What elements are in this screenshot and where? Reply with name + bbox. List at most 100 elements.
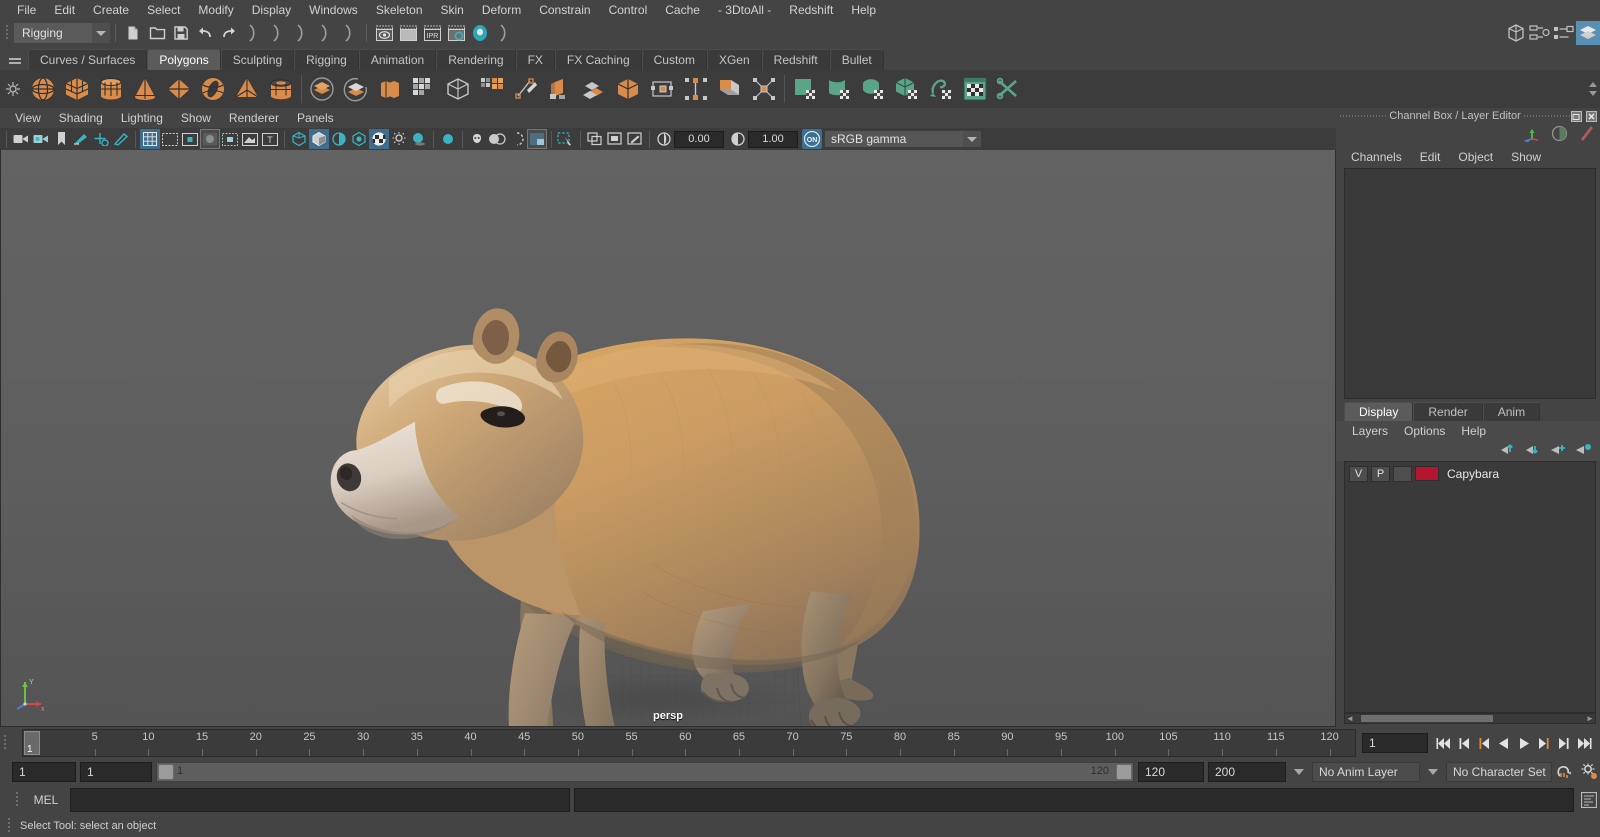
exposure-reset-icon[interactable] — [654, 129, 674, 149]
render-settings-icon[interactable] — [444, 21, 468, 45]
modeling-toolkit-icon[interactable] — [1504, 21, 1528, 45]
new-scene-icon[interactable] — [121, 21, 145, 45]
chevron-down-icon[interactable] — [92, 23, 110, 43]
select-camera-icon[interactable] — [11, 129, 31, 149]
animation-preferences-icon[interactable] — [1580, 761, 1600, 783]
layer-playback-toggle[interactable]: P — [1371, 465, 1390, 482]
camera-attributes-icon[interactable] — [31, 129, 51, 149]
resolution-gate-icon[interactable] — [180, 129, 200, 149]
textured-icon[interactable] — [349, 129, 369, 149]
step-forward-frame-icon[interactable] — [1554, 732, 1574, 754]
uv-unfold-icon[interactable] — [924, 72, 958, 106]
shelf-tab-fx[interactable]: FX — [515, 49, 555, 70]
animation-start-field[interactable]: 1 — [12, 762, 76, 782]
paintfx-brush-icon[interactable] — [1578, 125, 1594, 145]
film-origin-icon[interactable] — [220, 129, 240, 149]
command-input[interactable] — [70, 788, 570, 812]
grease-pencil-icon[interactable] — [111, 129, 131, 149]
gate-mask-icon[interactable] — [200, 129, 220, 149]
shelf-tab-bullet[interactable]: Bullet — [829, 49, 884, 70]
poly-booleans-union-icon[interactable] — [305, 72, 339, 106]
snap-to-curve-icon[interactable] — [337, 21, 361, 45]
menu-display[interactable]: Display — [243, 0, 300, 20]
select-by-render-icon[interactable] — [492, 21, 516, 45]
play-backwards-icon[interactable] — [1494, 732, 1514, 754]
attribute-editor-icon[interactable] — [1528, 21, 1552, 45]
menu-windows[interactable]: Windows — [300, 0, 367, 20]
poly-quad-draw-icon[interactable] — [509, 72, 543, 106]
poly-mirror-icon[interactable] — [475, 72, 509, 106]
duplicate-view-icon[interactable] — [585, 129, 605, 149]
undo-icon[interactable] — [193, 21, 217, 45]
poly-cube-icon[interactable] — [60, 72, 94, 106]
poly-bridge-icon[interactable] — [611, 72, 645, 106]
animation-end-field[interactable]: 200 — [1208, 762, 1286, 782]
channel-box-menu-show[interactable]: Show — [1502, 146, 1550, 168]
new-layer-icon[interactable] — [1550, 442, 1567, 459]
render-region-icon[interactable] — [605, 129, 625, 149]
layer-tab-anim[interactable]: Anim — [1482, 401, 1541, 421]
poly-cone-icon[interactable] — [128, 72, 162, 106]
layer-tab-render[interactable]: Render — [1413, 401, 1483, 421]
uv-automatic-map-icon[interactable] — [890, 72, 924, 106]
color-space-selector[interactable]: sRGB gamma — [824, 130, 982, 148]
panel-grip[interactable] — [1340, 111, 1386, 121]
ambient-occlusion-icon[interactable] — [409, 129, 429, 149]
poly-pipe-icon[interactable] — [264, 72, 298, 106]
play-forwards-icon[interactable] — [1514, 732, 1534, 754]
depth-of-field-icon[interactable] — [507, 129, 527, 149]
gamma-icon[interactable] — [728, 129, 748, 149]
display-layer-list[interactable]: V P Capybara — [1344, 460, 1596, 713]
poly-reduce-icon[interactable] — [747, 72, 781, 106]
screen-space-ao-icon[interactable] — [487, 129, 507, 149]
layer-menu-layers[interactable]: Layers — [1344, 421, 1396, 441]
poly-pyramid-icon[interactable] — [230, 72, 264, 106]
layer-name[interactable]: Capybara — [1447, 467, 1499, 481]
poly-sphere-icon[interactable] — [26, 72, 60, 106]
snap-to-grid-icon[interactable] — [313, 21, 337, 45]
range-end-handle[interactable] — [1116, 764, 1132, 780]
uv-planar-map-icon[interactable] — [788, 72, 822, 106]
shelf-options-icon[interactable] — [0, 70, 26, 108]
command-line-grip[interactable] — [12, 788, 22, 812]
scroll-right-icon[interactable]: ► — [1585, 714, 1595, 723]
current-frame-field[interactable]: 1 — [1362, 733, 1428, 753]
menu-constrain[interactable]: Constrain — [530, 0, 599, 20]
shelf-tab-curves-surfaces[interactable]: Curves / Surfaces — [28, 49, 148, 70]
poly-cylinder-icon[interactable] — [94, 72, 128, 106]
menu-skeleton[interactable]: Skeleton — [367, 0, 432, 20]
viewport-menu-renderer[interactable]: Renderer — [220, 108, 288, 128]
select-by-component-icon[interactable] — [289, 21, 313, 45]
step-forward-key-icon[interactable] — [1534, 732, 1554, 754]
shelf-tab-fx-caching[interactable]: FX Caching — [554, 49, 642, 70]
menu-set-selector[interactable]: Rigging — [14, 23, 110, 43]
move-layer-up-icon[interactable] — [1500, 442, 1517, 459]
menu-redshift[interactable]: Redshift — [780, 0, 842, 20]
character-set-selector[interactable]: No Character Set — [1446, 762, 1552, 782]
step-back-key-icon[interactable] — [1474, 732, 1494, 754]
uv-cylindrical-map-icon[interactable] — [822, 72, 856, 106]
xray-toggle-icon[interactable] — [240, 129, 260, 149]
menu-create[interactable]: Create — [84, 0, 138, 20]
viewport-menu-panels[interactable]: Panels — [288, 108, 343, 128]
scroll-left-icon[interactable]: ◄ — [1345, 714, 1355, 723]
view-transform-toggle[interactable]: ON — [802, 129, 822, 149]
perspective-viewport[interactable]: Y x persp — [0, 150, 1336, 727]
menu-edit[interactable]: Edit — [45, 0, 84, 20]
viewport-menu-show[interactable]: Show — [172, 108, 220, 128]
close-icon[interactable] — [1585, 110, 1598, 123]
uv-editor-icon[interactable] — [958, 72, 992, 106]
poly-append-icon[interactable] — [645, 72, 679, 106]
undock-panel-icon[interactable] — [1570, 110, 1583, 123]
tool-settings-icon[interactable] — [1552, 21, 1576, 45]
shelf-tab-redshift[interactable]: Redshift — [761, 49, 830, 70]
range-end-field[interactable]: 120 — [1138, 762, 1204, 782]
poly-combine-icon[interactable] — [373, 72, 407, 106]
menu-file[interactable]: File — [8, 0, 45, 20]
grid-toggle-icon[interactable] — [140, 129, 160, 149]
two-d-pan-zoom-icon[interactable] — [91, 129, 111, 149]
menu-control[interactable]: Control — [600, 0, 657, 20]
menu-modify[interactable]: Modify — [189, 0, 242, 20]
poly-bevel-icon[interactable] — [577, 72, 611, 106]
select-by-object-icon[interactable] — [265, 21, 289, 45]
